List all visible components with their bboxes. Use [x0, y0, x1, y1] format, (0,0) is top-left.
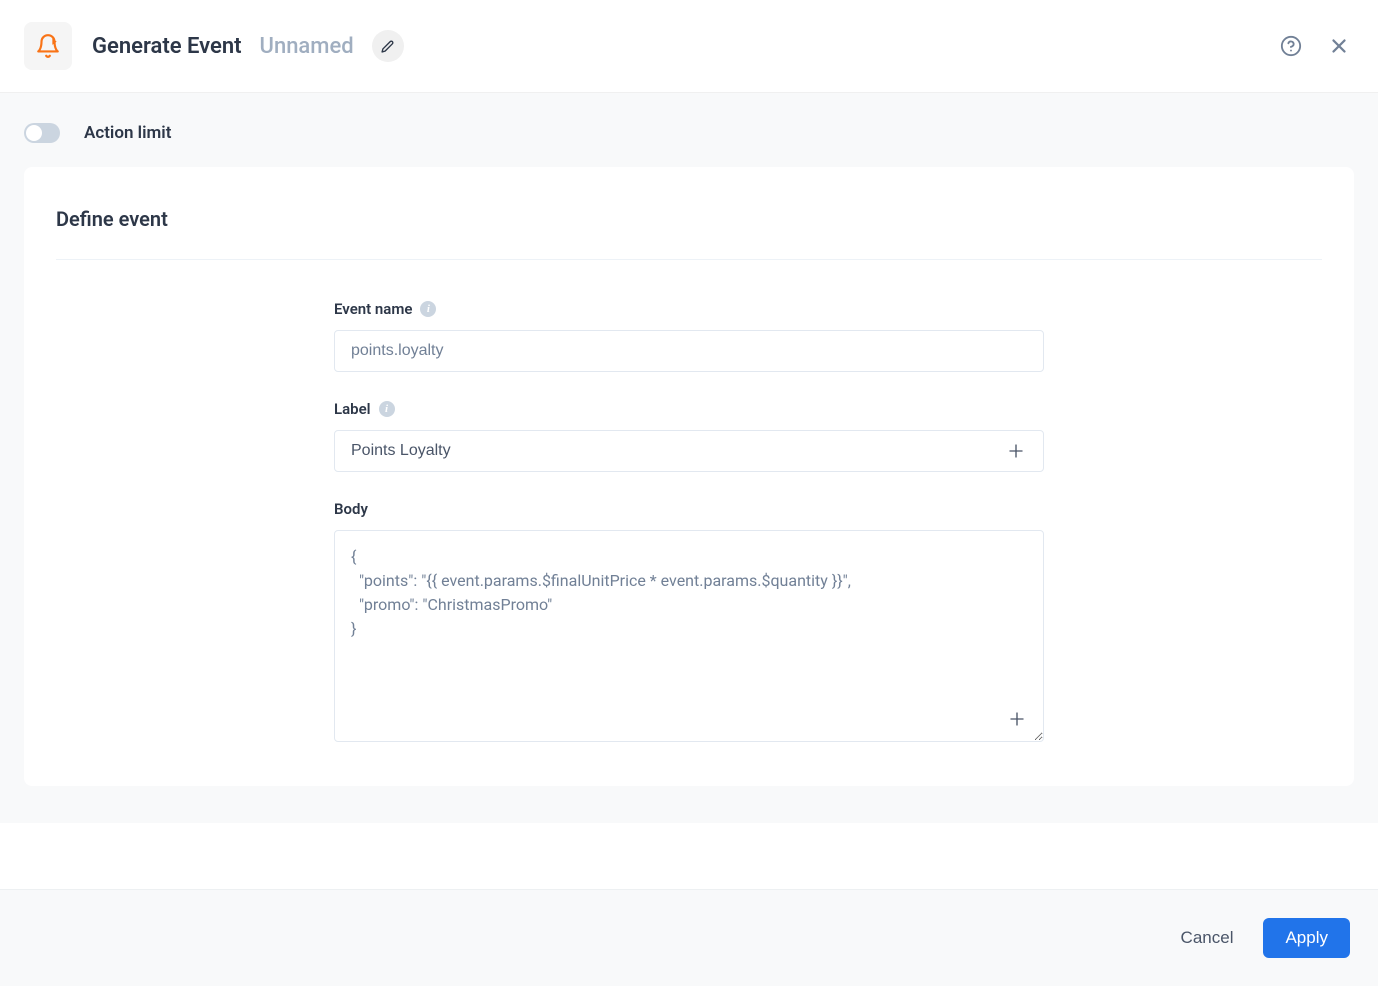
event-name-label: Event name [334, 300, 412, 318]
content-area: Action limit Define event Event name i L… [0, 93, 1378, 823]
body-textarea-wrap [334, 530, 1044, 746]
body-label: Body [334, 500, 368, 518]
define-event-card: Define event Event name i Label i [24, 167, 1354, 786]
event-name-input[interactable] [334, 330, 1044, 372]
action-limit-label: Action limit [84, 123, 171, 143]
form-inner: Event name i Label i [334, 300, 1044, 746]
label-label-row: Label i [334, 400, 1044, 418]
page-header: Generate Event Unnamed [0, 0, 1378, 93]
info-icon[interactable]: i [379, 401, 395, 417]
header-actions [1280, 35, 1350, 57]
label-group: Label i [334, 400, 1044, 472]
plus-icon [1008, 710, 1026, 728]
body-label-row: Body [334, 500, 1044, 518]
action-limit-row: Action limit [0, 93, 1378, 167]
label-input-wrap [334, 430, 1044, 472]
label-input[interactable] [351, 442, 1005, 460]
plus-icon [1007, 442, 1025, 460]
event-name-group: Event name i [334, 300, 1044, 372]
close-icon [1328, 35, 1350, 57]
help-button[interactable] [1280, 35, 1302, 57]
apply-button[interactable]: Apply [1263, 918, 1350, 958]
help-icon [1280, 35, 1302, 57]
edit-name-button[interactable] [372, 30, 404, 62]
title-group: Generate Event Unnamed [92, 30, 1280, 62]
page-subtitle: Unnamed [260, 34, 354, 59]
info-icon[interactable]: i [420, 301, 436, 317]
label-add-button[interactable] [1005, 440, 1027, 462]
toggle-knob [26, 125, 42, 141]
page-title: Generate Event [92, 34, 242, 59]
event-icon [24, 22, 72, 70]
action-limit-toggle[interactable] [24, 123, 60, 143]
body-textarea[interactable] [334, 530, 1044, 742]
event-name-label-row: Event name i [334, 300, 1044, 318]
body-group: Body [334, 500, 1044, 746]
label-label: Label [334, 400, 371, 418]
body-add-button[interactable] [1008, 710, 1026, 732]
cancel-button[interactable]: Cancel [1173, 918, 1242, 958]
footer: Cancel Apply [0, 889, 1378, 986]
close-button[interactable] [1328, 35, 1350, 57]
pencil-icon [381, 40, 394, 53]
define-event-title: Define event [56, 207, 1322, 260]
